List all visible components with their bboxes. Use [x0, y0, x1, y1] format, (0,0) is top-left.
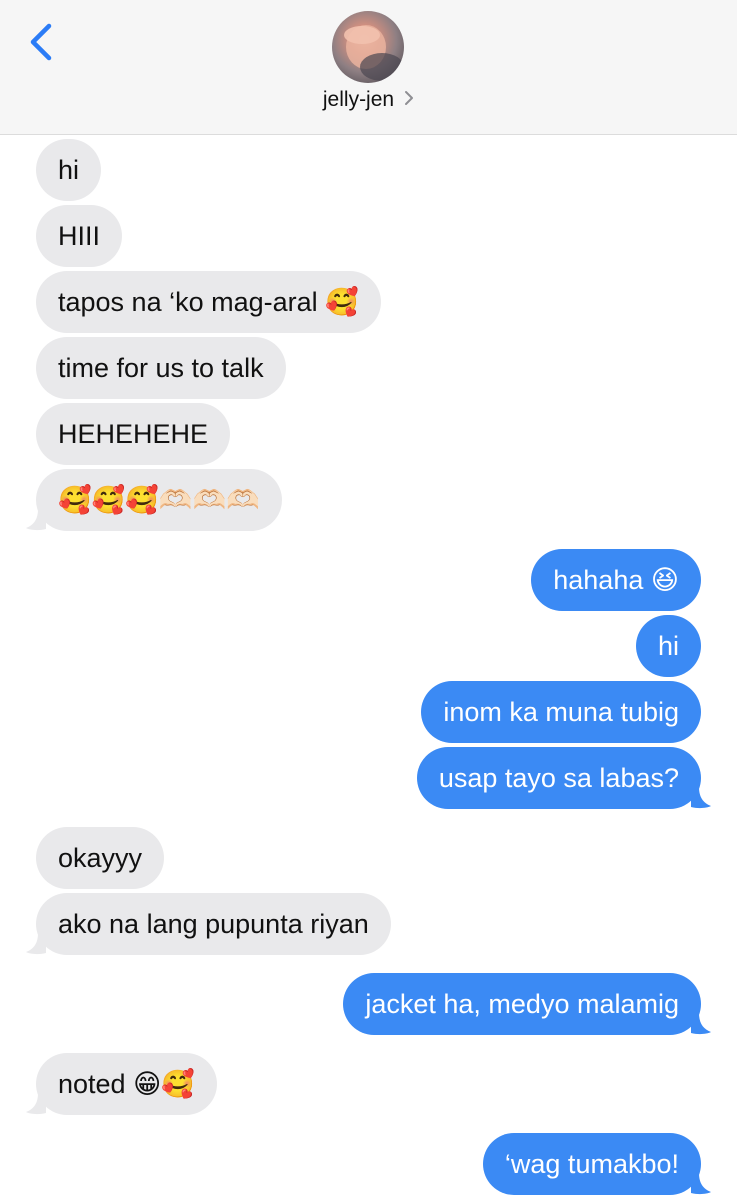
message-bubble-outgoing[interactable]: hi: [635, 615, 701, 677]
contact-name-button[interactable]: jelly-jen: [0, 88, 737, 118]
message-bubble-outgoing[interactable]: ‘wag tumakbo!: [482, 1133, 701, 1195]
message-text: okayyy: [58, 843, 143, 873]
message-text: HIII: [58, 221, 101, 251]
message-text: inom ka muna tubig: [443, 697, 679, 727]
bubble-tail-incoming: [26, 1093, 46, 1115]
bubble-tail-outgoing: [691, 787, 711, 809]
avatar-photo: [344, 25, 404, 81]
messages-screen: jelly-jen hi HIII tapos na ‘ko mag-aral …: [0, 0, 737, 1200]
message-bubble-incoming[interactable]: okayyy: [36, 827, 165, 889]
message-text: noted 😁🥰: [58, 1069, 195, 1099]
chevron-left-icon: [30, 23, 52, 61]
message-text: time for us to talk: [58, 353, 264, 383]
message-bubble-outgoing[interactable]: jacket ha, medyo malamig: [343, 973, 701, 1035]
message-text: hi: [58, 155, 80, 185]
message-bubble-incoming[interactable]: HEHEHEHE: [36, 403, 231, 465]
message-text: hi: [657, 631, 679, 661]
bubble-tail-incoming: [26, 509, 46, 531]
message-bubble-incoming[interactable]: 🥰🥰🥰🫶🏻🫶🏻🫶🏻: [36, 469, 282, 531]
chevron-right-icon: [404, 89, 414, 112]
message-text: 🥰🥰🥰🫶🏻🫶🏻🫶🏻: [58, 485, 260, 516]
message-text: usap tayo sa labas?: [438, 763, 679, 793]
message-text: tapos na ‘ko mag-aral 🥰: [58, 287, 359, 317]
message-bubble-incoming[interactable]: HIII: [36, 205, 123, 267]
conversation-header: jelly-jen: [0, 0, 737, 135]
back-button[interactable]: [22, 20, 62, 66]
message-bubble-incoming[interactable]: tapos na ‘ko mag-aral 🥰: [36, 271, 381, 333]
message-bubble-incoming[interactable]: ako na lang pupunta riyan: [36, 893, 391, 955]
message-bubble-outgoing[interactable]: usap tayo sa labas?: [416, 747, 701, 809]
message-bubble-outgoing[interactable]: inom ka muna tubig: [421, 681, 701, 743]
avatar[interactable]: [332, 11, 404, 83]
bubble-tail-incoming: [26, 933, 46, 955]
message-text: ‘wag tumakbo!: [504, 1149, 679, 1179]
message-text: hahaha 😆: [553, 565, 679, 595]
bubble-tail-outgoing: [691, 1013, 711, 1035]
contact-name: jelly-jen: [322, 88, 395, 111]
message-bubble-incoming[interactable]: noted 😁🥰: [36, 1053, 217, 1115]
message-text: ako na lang pupunta riyan: [58, 909, 369, 939]
bubble-tail-outgoing: [691, 1173, 711, 1195]
message-text: jacket ha, medyo malamig: [365, 989, 679, 1019]
message-text: HEHEHEHE: [58, 419, 209, 449]
message-bubble-incoming[interactable]: hi: [36, 139, 102, 201]
message-bubble-incoming[interactable]: time for us to talk: [36, 337, 286, 399]
message-bubble-outgoing[interactable]: hahaha 😆: [531, 549, 701, 611]
